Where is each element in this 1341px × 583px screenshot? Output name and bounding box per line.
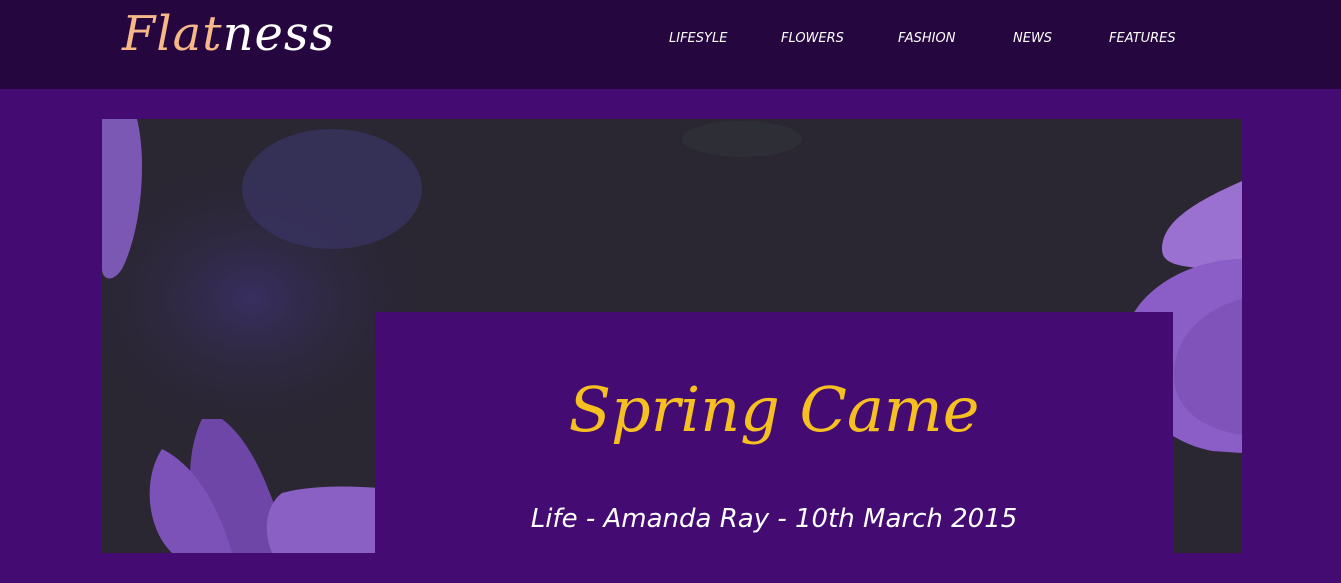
post-title[interactable]: Spring Came <box>375 370 1173 450</box>
site-logo[interactable]: Flatness <box>122 4 335 64</box>
nav-item-news[interactable]: NEWS <box>1013 31 1052 51</box>
featured-post-card[interactable]: Spring Came Life - Amanda Ray - 10th Mar… <box>375 312 1173 553</box>
nav-item-fashion[interactable]: FASHION <box>898 31 955 51</box>
hero-banner[interactable]: Spring Came Life - Amanda Ray - 10th Mar… <box>102 119 1242 553</box>
logo-text-ness: ness <box>222 6 336 62</box>
nav-item-features[interactable]: FEATURES <box>1109 31 1176 51</box>
site-header: Flatness LIFESYLE FLOWERS FASHION NEWS F… <box>0 0 1341 89</box>
logo-text-flat: Flat <box>122 6 223 62</box>
nav-item-lifestyle[interactable]: LIFESYLE <box>669 31 727 51</box>
nav-item-flowers[interactable]: FLOWERS <box>781 31 844 51</box>
post-meta: Life - Amanda Ray - 10th March 2015 <box>530 504 1018 534</box>
